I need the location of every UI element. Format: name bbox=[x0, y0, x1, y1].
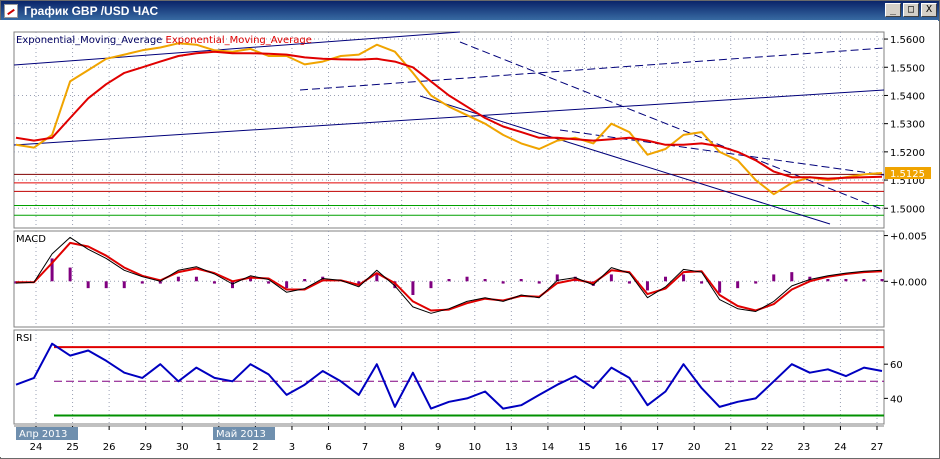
x-tick-label: 20 bbox=[688, 442, 701, 453]
x-tick-label: 8 bbox=[398, 442, 404, 453]
rsi-y-tick-label: 40 bbox=[890, 394, 903, 405]
macd-y-tick-label: +0.000 bbox=[890, 277, 927, 288]
window-title: График GBP /USD ЧАС bbox=[24, 4, 159, 18]
x-tick-label: 13 bbox=[505, 442, 518, 453]
x-tick-label: 9 bbox=[435, 442, 441, 453]
x-tick-label: 23 bbox=[798, 442, 811, 453]
x-tick-label: 27 bbox=[871, 442, 884, 453]
chart-canvas[interactable]: 1.56001.55001.54001.53001.52001.51001.50… bbox=[0, 20, 938, 457]
x-tick-label: 6 bbox=[325, 442, 331, 453]
x-tick-label: 30 bbox=[176, 442, 189, 453]
x-tick-label: 7 bbox=[362, 442, 368, 453]
minimize-button[interactable]: _ bbox=[885, 3, 901, 17]
price-y-tick-label: 1.5000 bbox=[890, 204, 925, 215]
x-tick-label: 3 bbox=[289, 442, 295, 453]
x-tick-label: 2 bbox=[252, 442, 258, 453]
x-tick-label: 16 bbox=[615, 442, 628, 453]
rsi-y-tick-label: 60 bbox=[890, 360, 903, 371]
price-y-tick-label: 1.5500 bbox=[890, 63, 925, 74]
x-tick-label: 26 bbox=[103, 442, 116, 453]
x-tick-label: 15 bbox=[578, 442, 591, 453]
x-tick-label: 17 bbox=[651, 442, 664, 453]
x-tick-label: 22 bbox=[761, 442, 774, 453]
price-panel-frame bbox=[13, 31, 885, 229]
price-y-tick-label: 1.5600 bbox=[890, 35, 925, 46]
rsi-title: RSI bbox=[16, 333, 32, 344]
current-price-label: 1.5125 bbox=[890, 169, 925, 180]
macd-title: MACD bbox=[16, 234, 46, 245]
price-y-tick-label: 1.5200 bbox=[890, 148, 925, 159]
maximize-button[interactable]: □ bbox=[903, 3, 919, 17]
price-legend: Exponential_Moving_Average Exponential_M… bbox=[16, 35, 312, 46]
x-tick-label: 29 bbox=[139, 442, 152, 453]
x-tick-label: 10 bbox=[468, 442, 481, 453]
close-button[interactable]: X bbox=[921, 3, 937, 17]
x-tick-label: 24 bbox=[30, 442, 43, 453]
x-tick-label: 1 bbox=[216, 442, 222, 453]
month-label: Май 2013 bbox=[216, 429, 266, 440]
x-tick-label: 25 bbox=[66, 442, 79, 453]
month-label: Апр 2013 bbox=[19, 429, 67, 440]
chart-window-icon bbox=[4, 4, 18, 18]
x-tick-label: 14 bbox=[542, 442, 555, 453]
macd-y-tick-label: +0.005 bbox=[890, 232, 927, 243]
price-y-tick-label: 1.5300 bbox=[890, 120, 925, 131]
x-tick-label: 21 bbox=[724, 442, 737, 453]
title-bar[interactable]: График GBP /USD ЧАС _ □ X bbox=[1, 1, 939, 21]
price-y-tick-label: 1.5400 bbox=[890, 91, 925, 102]
x-tick-label: 24 bbox=[834, 442, 847, 453]
